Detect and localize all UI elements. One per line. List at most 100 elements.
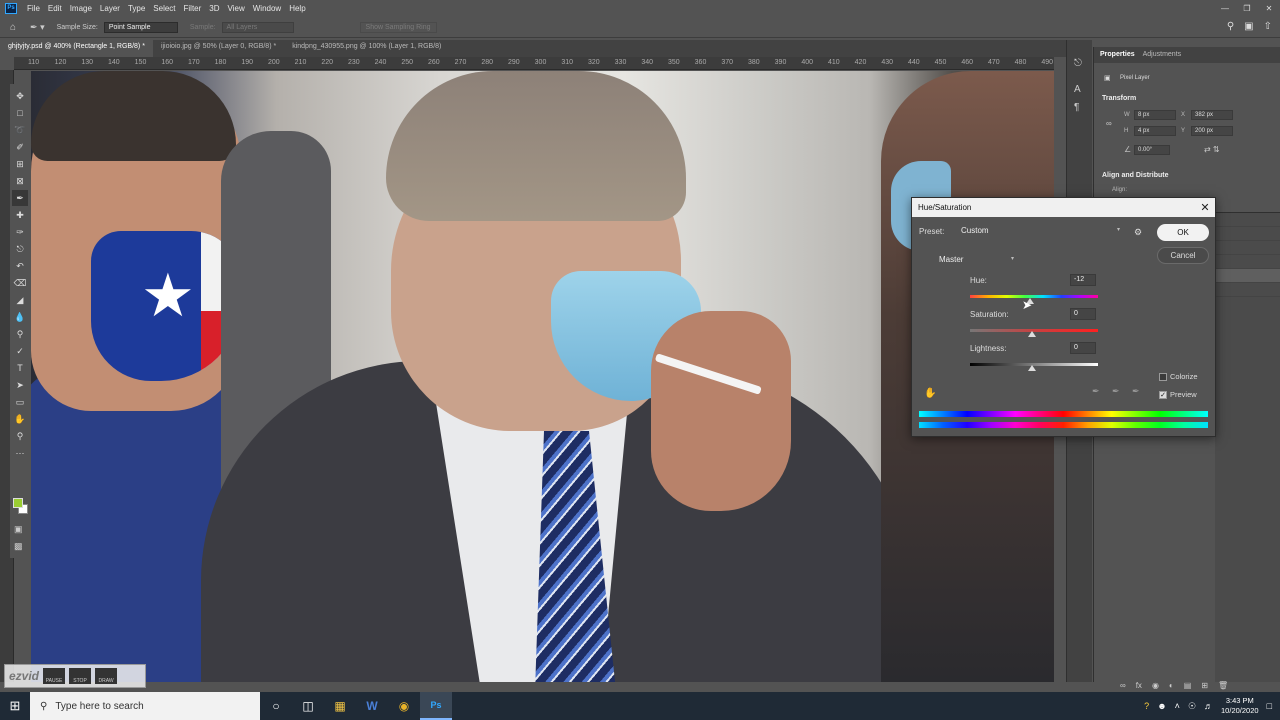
flip-icons[interactable]: ⇄ ⇅ (1204, 145, 1220, 154)
document-canvas[interactable]: ★ (31, 71, 1054, 682)
menu-filter[interactable]: Filter (180, 4, 206, 13)
channel-select[interactable]: Master ▾ (934, 254, 1018, 268)
saturation-value-field[interactable]: 0 (1070, 308, 1096, 320)
menu-image[interactable]: Image (66, 4, 96, 13)
lightness-slider-thumb[interactable] (1028, 365, 1036, 371)
help-icon[interactable]: ? (1144, 701, 1149, 711)
menu-select[interactable]: Select (149, 4, 179, 13)
more-tools-icon[interactable]: ⋯ (12, 445, 28, 461)
paragraph-panel-icon[interactable]: ¶ (1074, 102, 1079, 113)
minimize-icon[interactable]: — (1214, 0, 1236, 16)
rectangle-tool-icon[interactable]: ▭ (12, 394, 28, 410)
share-icon[interactable]: ⇧ (1264, 21, 1272, 32)
history-panel-icon[interactable]: ⎋ (1074, 58, 1082, 69)
notifications-icon[interactable]: □ (1267, 701, 1272, 711)
marquee-tool-icon[interactable]: □ (12, 105, 28, 121)
stop-button[interactable]: STOP (69, 668, 92, 684)
sample-select[interactable]: All Layers (221, 22, 294, 33)
tab-document-3[interactable]: kindpng_430955.png @ 100% (Layer 1, RGB/… (284, 40, 449, 57)
new-layer-icon[interactable]: ⊞ (1201, 681, 1208, 690)
chrome-icon[interactable]: ◉ (388, 692, 420, 720)
preset-options-gear-icon[interactable]: ⚙ (1134, 227, 1142, 238)
home-icon[interactable]: ⌂ (10, 22, 16, 33)
x-field[interactable]: 382 px (1191, 110, 1233, 120)
menu-layer[interactable]: Layer (96, 4, 124, 13)
word-icon[interactable]: W (356, 692, 388, 720)
menu-window[interactable]: Window (249, 4, 285, 13)
volume-icon[interactable]: ♬ (1204, 701, 1213, 711)
start-windows-icon[interactable]: ⊞ (0, 698, 30, 714)
ok-button[interactable]: OK (1157, 224, 1209, 241)
layer-row[interactable] (1215, 283, 1280, 297)
blur-tool-icon[interactable]: 💧 (12, 309, 28, 325)
foreground-color-swatch[interactable] (13, 498, 23, 508)
type-tool-icon[interactable]: T (12, 360, 28, 376)
hue-value-field[interactable]: -12 (1070, 274, 1096, 286)
adjustment-icon[interactable]: ◐ (1169, 681, 1174, 690)
workspace-icon[interactable]: ▣ (1244, 21, 1253, 32)
sample-size-select[interactable]: Point Sample (103, 22, 178, 33)
character-panel-icon[interactable]: A (1074, 84, 1081, 95)
transform-section-title[interactable]: Transform (1102, 95, 1136, 102)
width-field[interactable]: 8 px (1134, 110, 1176, 120)
tab-adjustments[interactable]: Adjustments (1143, 51, 1182, 59)
dialog-titlebar[interactable]: Hue/Saturation ✕ (912, 198, 1215, 217)
eraser-tool-icon[interactable]: ⌫ (12, 275, 28, 291)
lightness-value-field[interactable]: 0 (1070, 342, 1096, 354)
file-explorer-icon[interactable]: ▦ (324, 692, 356, 720)
eyedropper-preset-icon[interactable]: ✒ ▾ (30, 22, 45, 33)
draw-button[interactable]: DRAW (95, 668, 118, 684)
tab-document-1[interactable]: ghjtyjty.psd @ 400% (Rectangle 1, RGB/8)… (0, 40, 153, 57)
clone-stamp-tool-icon[interactable]: ⎋ (12, 241, 28, 257)
preset-select[interactable]: Custom ▾ (956, 225, 1124, 239)
mask-icon[interactable]: ◉ (1152, 681, 1159, 690)
height-field[interactable]: 4 px (1134, 126, 1176, 136)
targeted-adjustment-hand-icon[interactable]: ✋ (924, 388, 936, 399)
photoshop-taskbar-icon[interactable]: Ps (420, 692, 452, 720)
screen-mode-icon[interactable]: ▩ (14, 541, 23, 552)
quick-select-tool-icon[interactable]: ✐ (12, 139, 28, 155)
lasso-tool-icon[interactable]: ➰ (12, 122, 28, 138)
colorize-checkbox[interactable] (1159, 373, 1167, 381)
cortana-icon[interactable]: ○ (260, 692, 292, 720)
link-layers-icon[interactable]: ∞ (1120, 681, 1126, 690)
tray-chevron-icon[interactable]: ˄ (1175, 701, 1180, 711)
preview-checkbox[interactable]: ✓ (1159, 391, 1167, 399)
fx-icon[interactable]: fx (1136, 681, 1142, 690)
close-icon[interactable]: ✕ (1258, 0, 1280, 16)
saturation-slider-thumb[interactable] (1028, 331, 1036, 337)
network-icon[interactable]: ☉ (1188, 701, 1196, 712)
align-section-title[interactable]: Align and Distribute (1102, 172, 1169, 179)
eyedropper-icon[interactable]: ✒ (1092, 386, 1100, 397)
layer-row[interactable] (1215, 255, 1280, 269)
crop-tool-icon[interactable]: ⊞ (12, 156, 28, 172)
eyedropper-subtract-icon[interactable]: ✒ (1132, 386, 1140, 397)
menu-type[interactable]: Type (124, 4, 149, 13)
menu-file[interactable]: File (23, 4, 44, 13)
quick-mask-icon[interactable]: ▣ (14, 524, 23, 535)
gradient-tool-icon[interactable]: ◢ (12, 292, 28, 308)
move-tool-icon[interactable]: ✥ (12, 88, 28, 104)
delete-layer-icon[interactable]: 🗑 (1218, 681, 1228, 690)
frame-tool-icon[interactable]: ⊠ (12, 173, 28, 189)
hue-slider-track[interactable] (970, 295, 1098, 298)
pen-tool-icon[interactable]: ✓ (12, 343, 28, 359)
cancel-button[interactable]: Cancel (1157, 247, 1209, 264)
path-select-tool-icon[interactable]: ➤ (12, 377, 28, 393)
dialog-close-icon[interactable]: ✕ (1195, 201, 1215, 214)
show-sampling-ring-checkbox[interactable]: Show Sampling Ring (359, 22, 437, 33)
tab-properties[interactable]: Properties (1100, 51, 1135, 59)
menu-edit[interactable]: Edit (44, 4, 66, 13)
group-icon[interactable]: ▤ (1184, 681, 1192, 690)
eyedropper-tool-icon[interactable]: ✒ (12, 190, 28, 206)
restore-icon[interactable]: ❐ (1236, 0, 1258, 16)
layer-row-selected[interactable] (1215, 269, 1280, 283)
tab-document-2[interactable]: ijioioio.jpg @ 50% (Layer 0, RGB/8) * (153, 40, 284, 57)
y-field[interactable]: 200 px (1191, 126, 1233, 136)
menu-help[interactable]: Help (285, 4, 309, 13)
menu-3d[interactable]: 3D (205, 4, 223, 13)
healing-brush-tool-icon[interactable]: ✚ (12, 207, 28, 223)
angle-field[interactable]: 0.00° (1134, 145, 1170, 155)
zoom-tool-icon[interactable]: ⚲ (12, 428, 28, 444)
menu-view[interactable]: View (224, 4, 249, 13)
